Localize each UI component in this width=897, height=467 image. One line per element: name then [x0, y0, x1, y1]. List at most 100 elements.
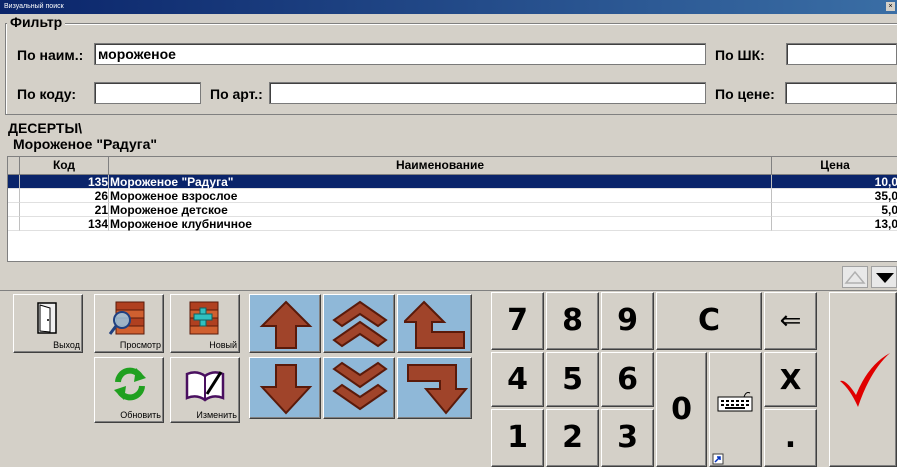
- move-down-button[interactable]: [249, 357, 321, 419]
- backspace-icon: ⇐: [779, 306, 802, 336]
- toolbar-divider: [0, 290, 897, 291]
- row-price: 10,0: [772, 175, 897, 189]
- row-price: 13,0: [772, 217, 897, 231]
- double-chevron-down-icon: [332, 361, 388, 411]
- key-5-label: 5: [562, 362, 583, 397]
- exit-button[interactable]: Выход: [13, 294, 83, 353]
- view-button[interactable]: Просмотр: [94, 294, 164, 353]
- magnifier-books-icon: [108, 301, 145, 335]
- key-3[interactable]: 3: [601, 409, 654, 467]
- row-indicator: [8, 217, 20, 231]
- double-chevron-up-icon: [332, 300, 388, 348]
- key-6-label: 6: [617, 362, 638, 397]
- row-indicator: [8, 203, 20, 217]
- scroll-down-button[interactable]: [871, 266, 897, 288]
- key-7[interactable]: 7: [491, 292, 544, 350]
- name-filter-label: По наим.:: [17, 47, 84, 63]
- confirm-button[interactable]: [829, 292, 897, 467]
- view-label: Просмотр: [119, 340, 161, 350]
- filter-legend: Фильтр: [7, 14, 66, 30]
- checkmark-icon: [840, 353, 890, 407]
- clear-key[interactable]: C: [656, 292, 762, 350]
- code-column-header[interactable]: Код: [20, 157, 109, 174]
- key-2[interactable]: 2: [546, 409, 599, 467]
- key-8-label: 8: [562, 303, 583, 338]
- key-9-label: 9: [617, 303, 638, 338]
- key-0[interactable]: 0: [656, 352, 707, 467]
- arrow-up-turn-icon: [404, 300, 465, 349]
- page-up-button[interactable]: [323, 294, 395, 353]
- article-filter-label: По арт.:: [210, 86, 263, 102]
- table-row[interactable]: 134 Мороженое клубничное 13,0: [8, 217, 897, 231]
- row-price: 5,0: [772, 203, 897, 217]
- multiply-key-label: X: [779, 363, 802, 396]
- refresh-icon: [114, 367, 146, 401]
- row-price: 35,0: [772, 189, 897, 203]
- row-code: 135: [20, 175, 109, 189]
- row-code: 26: [20, 189, 109, 203]
- window-title: Визуальный поиск: [4, 3, 64, 10]
- table-header: Код Наименование Цена: [8, 157, 897, 175]
- key-9[interactable]: 9: [601, 292, 654, 350]
- name-column-header[interactable]: Наименование: [109, 157, 772, 174]
- edit-book-icon: [185, 371, 225, 402]
- shortcut-arrow-icon: [712, 453, 724, 465]
- key-4-label: 4: [507, 362, 528, 397]
- page-down-button[interactable]: [323, 357, 395, 419]
- barcode-filter-input[interactable]: [786, 43, 897, 65]
- arrow-up-icon: [259, 300, 313, 349]
- refresh-button[interactable]: Обновить: [94, 357, 164, 423]
- scroll-up-button[interactable]: [842, 266, 868, 288]
- keyboard-button[interactable]: [709, 352, 762, 467]
- new-button[interactable]: Новый: [170, 294, 240, 353]
- key-7-label: 7: [507, 303, 528, 338]
- code-filter-input[interactable]: [94, 82, 201, 104]
- price-filter-label: По цене:: [715, 86, 775, 102]
- table-row[interactable]: 26 Мороженое взрослое 35,0: [8, 189, 897, 203]
- row-indicator: [8, 175, 20, 189]
- product-table[interactable]: Код Наименование Цена 135 Мороженое "Рад…: [7, 156, 897, 262]
- new-label: Новый: [209, 340, 237, 350]
- code-filter-label: По коду:: [17, 86, 77, 102]
- window-title-bar: Визуальный поиск ×: [0, 0, 897, 14]
- first-item-button[interactable]: [397, 294, 472, 353]
- barcode-filter-label: По ШК:: [715, 47, 765, 63]
- exit-label: Выход: [53, 340, 80, 350]
- row-name: Мороженое клубничное: [109, 217, 772, 231]
- key-1-label: 1: [507, 420, 528, 455]
- arrow-down-icon: [259, 364, 313, 415]
- key-8[interactable]: 8: [546, 292, 599, 350]
- table-row[interactable]: 21 Мороженое детское 5,0: [8, 203, 897, 217]
- backspace-key[interactable]: ⇐: [764, 292, 817, 350]
- triangle-down-icon: [876, 273, 894, 283]
- name-filter-input[interactable]: мороженое: [94, 43, 706, 65]
- edit-label: Изменить: [196, 410, 237, 420]
- price-column-header[interactable]: Цена: [772, 157, 897, 174]
- key-6[interactable]: 6: [601, 352, 654, 407]
- key-4[interactable]: 4: [491, 352, 544, 407]
- key-2-label: 2: [562, 420, 583, 455]
- edit-button[interactable]: Изменить: [170, 357, 240, 423]
- decimal-key[interactable]: .: [764, 409, 817, 467]
- breadcrumb-item: Мороженое "Радуга": [13, 136, 158, 152]
- close-icon[interactable]: ×: [886, 2, 895, 11]
- row-code: 21: [20, 203, 109, 217]
- move-up-button[interactable]: [249, 294, 321, 353]
- key-5[interactable]: 5: [546, 352, 599, 407]
- refresh-label: Обновить: [120, 410, 161, 420]
- row-name: Мороженое детское: [109, 203, 772, 217]
- breadcrumb-group: ДЕСЕРТЫ\: [8, 120, 83, 136]
- price-filter-input[interactable]: [785, 82, 897, 104]
- row-indicator: [8, 189, 20, 203]
- multiply-key[interactable]: X: [764, 352, 817, 407]
- key-1[interactable]: 1: [491, 409, 544, 467]
- clear-key-label: C: [697, 303, 721, 338]
- arrow-down-turn-icon: [407, 364, 468, 415]
- decimal-key-label: .: [784, 420, 797, 455]
- key-0-label: 0: [671, 392, 692, 427]
- triangle-up-icon: [844, 270, 866, 284]
- article-filter-input[interactable]: [269, 82, 706, 104]
- table-row[interactable]: 135 Мороженое "Радуга" 10,0: [8, 175, 897, 189]
- last-item-button[interactable]: [397, 357, 472, 419]
- row-name: Мороженое "Радуга": [109, 175, 772, 189]
